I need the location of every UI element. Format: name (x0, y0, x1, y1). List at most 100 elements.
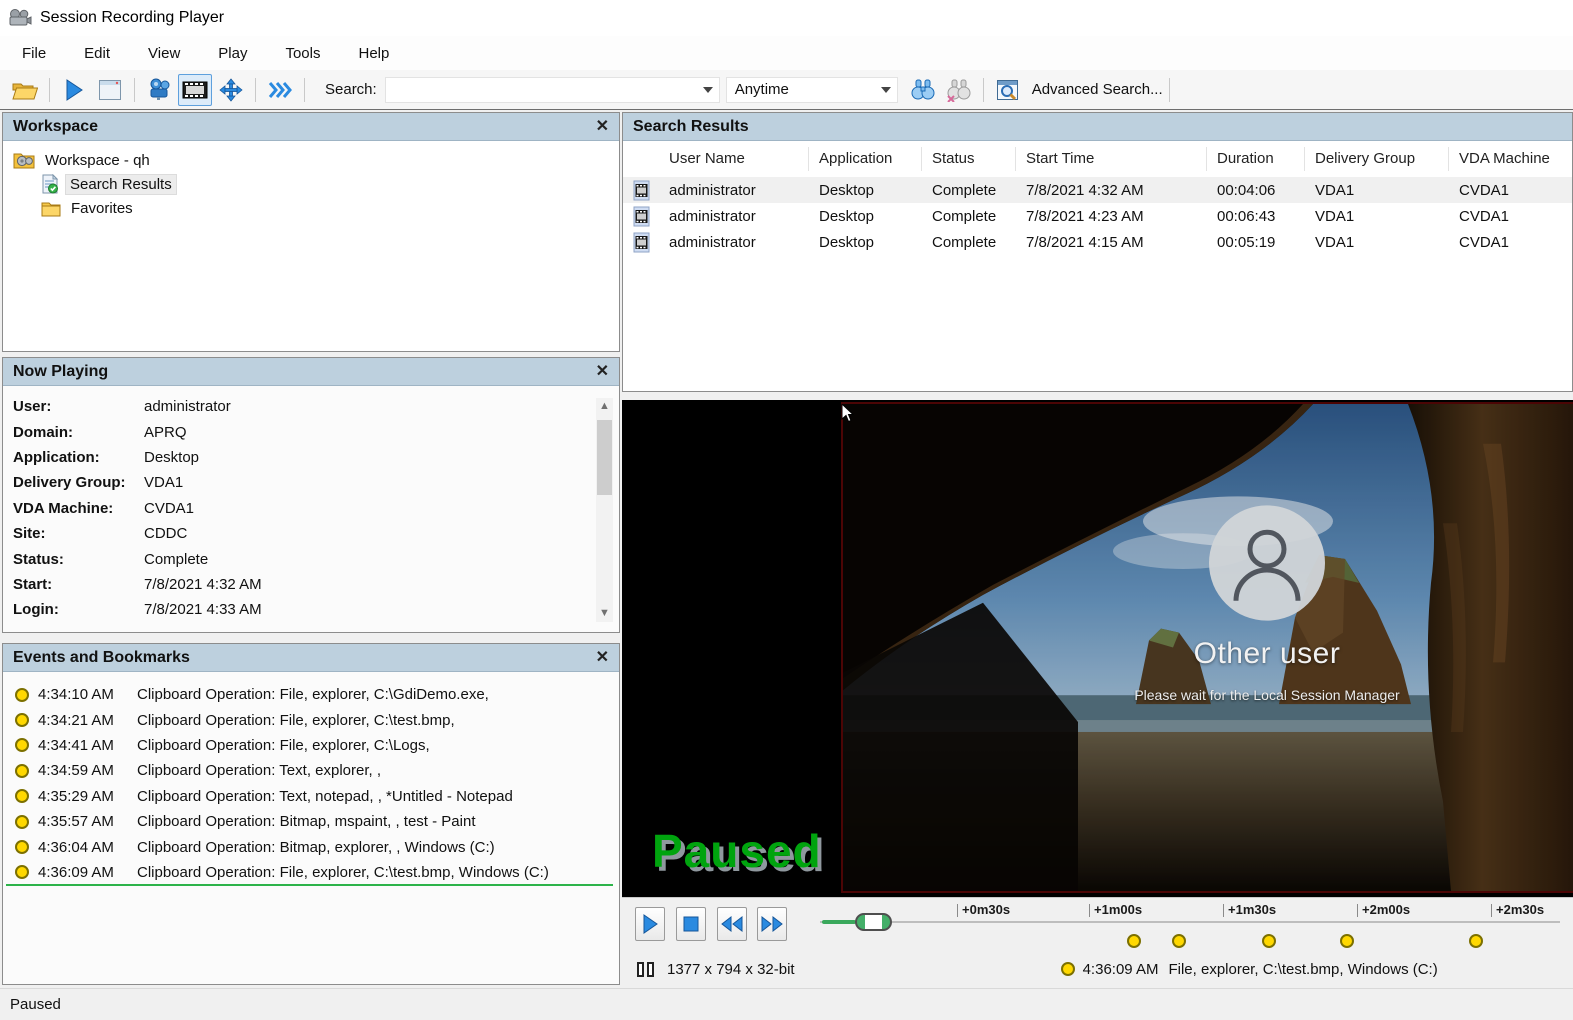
stop-find-binoculars-icon (946, 78, 972, 102)
close-icon[interactable]: ✕ (596, 364, 609, 380)
event-list-item[interactable]: 4:34:21 AMClipboard Operation: File, exp… (3, 707, 619, 732)
events-bookmarks-panel: Events and Bookmarks ✕ 4:34:10 AMClipboa… (2, 643, 620, 985)
timeline-tick-label: +2m30s (1496, 902, 1544, 917)
paused-overlay: Paused (652, 824, 822, 878)
close-icon[interactable]: ✕ (596, 650, 609, 666)
event-list-item[interactable]: 4:35:57 AMClipboard Operation: Bitmap, m… (3, 809, 619, 834)
tree-item-label: Search Results (65, 174, 177, 195)
timeline-tick (1491, 904, 1492, 917)
advanced-search-label[interactable]: Advanced Search... (1032, 81, 1163, 98)
open-file-button[interactable] (8, 74, 42, 106)
event-list-item[interactable]: 4:34:41 AMClipboard Operation: File, exp… (3, 733, 619, 758)
table-row[interactable]: administrator Desktop Complete 7/8/2021 … (623, 177, 1572, 203)
search-label: Search: (325, 81, 377, 98)
event-dot-icon (15, 688, 29, 702)
event-marker-dot[interactable] (1262, 934, 1276, 948)
pan-button[interactable] (214, 74, 248, 106)
play-button[interactable] (635, 907, 665, 941)
column-header-start-time[interactable]: Start Time (1016, 147, 1207, 171)
toolbar-separator (983, 78, 984, 102)
event-list-item[interactable]: 4:36:04 AM Clipboard Operation: Bitmap, e… (3, 834, 619, 859)
menu-edit[interactable]: Edit (68, 39, 126, 68)
event-list-item-selected[interactable]: 4:36:09 AMClipboard Operation: File, exp… (3, 860, 619, 885)
time-filter-dropdown[interactable]: Anytime (726, 77, 898, 103)
column-header-application[interactable]: Application (809, 147, 922, 171)
workspace-tree: Workspace - qh Search Results Favorites (3, 141, 619, 220)
field-label: Login: (13, 601, 144, 618)
event-list-item[interactable]: 4:35:29 AMClipboard Operation: Text, not… (3, 784, 619, 809)
results-table: User Name Application Status Start Time … (623, 141, 1572, 255)
menu-play[interactable]: Play (202, 39, 263, 68)
column-header-user-name[interactable]: User Name (659, 147, 809, 171)
timeline-tick (957, 904, 958, 917)
advanced-search-button[interactable] (991, 74, 1025, 106)
recording-filmstrip-icon (633, 180, 650, 201)
stop-button[interactable] (676, 907, 706, 941)
timeline-tick (1357, 904, 1358, 917)
seek-slider-thumb[interactable] (855, 913, 892, 931)
event-marker-dot[interactable] (1469, 934, 1483, 948)
chevron-down-icon[interactable] (703, 87, 713, 93)
column-header-duration[interactable]: Duration (1207, 147, 1305, 171)
event-text: Clipboard Operation: File, explorer, C:\… (137, 737, 430, 754)
menu-tools[interactable]: Tools (269, 39, 336, 68)
search-input[interactable] (385, 77, 720, 103)
event-marker-dot[interactable] (1172, 934, 1186, 948)
now-playing-scrollbar[interactable]: ▲ ▼ (596, 398, 613, 622)
field-value: 7/8/2021 4:33 AM (144, 601, 262, 618)
tree-item-search-results[interactable]: Search Results (3, 172, 619, 196)
event-text: Clipboard Operation: Text, explorer, , (137, 762, 381, 779)
scroll-down-icon[interactable]: ▼ (596, 605, 613, 622)
toolbar-separator (304, 78, 305, 102)
event-marker-dot[interactable] (1127, 934, 1141, 948)
table-row[interactable]: administrator Desktop Complete 7/8/2021 … (623, 203, 1572, 229)
seek-track[interactable] (820, 921, 1560, 923)
column-header-vda-machine[interactable]: VDA Machine (1449, 147, 1572, 171)
field-label: Delivery Group: (13, 474, 144, 491)
scroll-up-icon[interactable]: ▲ (596, 398, 613, 415)
stop-find-button[interactable] (942, 74, 976, 106)
show-window-button[interactable] (93, 74, 127, 106)
menu-help[interactable]: Help (343, 39, 406, 68)
event-list-item[interactable]: 4:34:10 AMClipboard Operation: File, exp… (3, 682, 619, 707)
rewind-icon (721, 916, 743, 932)
event-text: Clipboard Operation: Bitmap, mspaint, , … (137, 813, 476, 830)
projector-view-button[interactable] (142, 74, 176, 106)
event-time: 4:36:04 AM (38, 839, 130, 856)
field-label: Site: (13, 525, 144, 542)
events-list: 4:34:10 AMClipboard Operation: File, exp… (3, 672, 619, 885)
event-text: Clipboard Operation: Bitmap, explorer, ,… (137, 839, 495, 856)
play-toolbar-button[interactable] (57, 74, 91, 106)
cell-duration: 00:05:19 (1207, 234, 1305, 251)
rewind-button[interactable] (717, 907, 747, 941)
filmstrip-view-button[interactable] (178, 74, 212, 106)
timeline-tick-label: +1m30s (1228, 902, 1276, 917)
field-value: CDDC (144, 525, 187, 542)
menu-file[interactable]: File (6, 39, 62, 68)
event-time: 4:34:59 AM (38, 762, 130, 779)
event-dot-icon (15, 738, 29, 752)
toolbar-separator (49, 78, 50, 102)
event-list-item[interactable]: 4:34:59 AM Clipboard Operation: Text, exp… (3, 758, 619, 783)
fast-forward-button[interactable] (757, 907, 787, 941)
event-marker-dot[interactable] (1340, 934, 1354, 948)
advanced-search-icon (996, 78, 1020, 102)
recording-filmstrip-icon (633, 232, 650, 253)
toolbar: Search: Anytime (0, 70, 1573, 110)
close-icon[interactable]: ✕ (596, 119, 609, 135)
cell-application: Desktop (809, 234, 922, 251)
fast-forward-toolbar-button[interactable] (263, 74, 297, 106)
tree-item-workspace-root[interactable]: Workspace - qh (3, 148, 619, 172)
player-status-row: 1377 x 794 x 32-bit 4:36:09 AM File, exp… (622, 956, 1573, 982)
tree-item-favorites[interactable]: Favorites (3, 196, 619, 220)
column-header-delivery-group[interactable]: Delivery Group (1305, 147, 1449, 171)
find-button[interactable] (906, 74, 940, 106)
field-value: CVDA1 (144, 500, 194, 517)
scrollbar-thumb[interactable] (597, 420, 612, 495)
chevron-down-icon[interactable] (881, 87, 891, 93)
menu-view[interactable]: View (132, 39, 196, 68)
chevrons-icon (267, 81, 293, 99)
table-row[interactable]: administrator Desktop Complete 7/8/2021 … (623, 229, 1572, 255)
column-header-status[interactable]: Status (922, 147, 1016, 171)
toolbar-separator (255, 78, 256, 102)
